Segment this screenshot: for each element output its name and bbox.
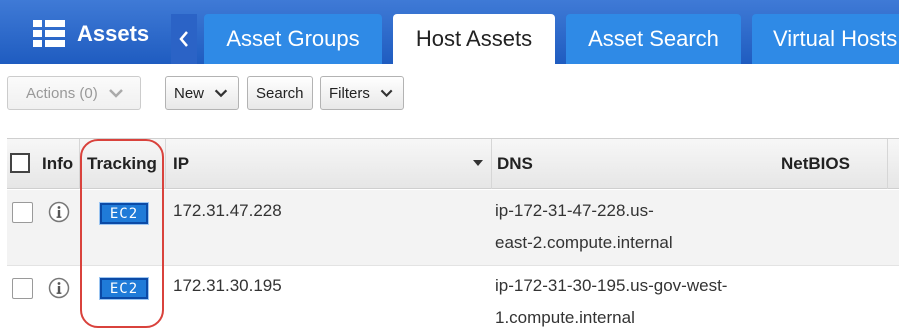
filters-dropdown[interactable]: Filters <box>320 76 404 110</box>
ip-cell: 172.31.30.195 <box>173 276 282 295</box>
tab-host-assets[interactable]: Host Assets <box>393 14 555 64</box>
info-icon[interactable] <box>48 201 70 223</box>
collapse-tabs-button[interactable] <box>171 14 197 64</box>
tab-label: Host Assets <box>415 26 533 51</box>
module-title-label: Assets <box>77 21 150 46</box>
tab-virtual-hosts[interactable]: Virtual Hosts <box>752 14 899 64</box>
actions-dropdown[interactable]: Actions (0) <box>7 76 141 110</box>
list-grid-icon <box>33 20 65 47</box>
column-divider <box>165 139 166 189</box>
table-row[interactable]: EC2 172.31.47.228 ip-172-31-47-228.us- e… <box>7 190 899 265</box>
module-title[interactable]: Assets <box>33 19 149 49</box>
module-header: Assets Asset Groups Host Assets Asset Se… <box>0 0 899 64</box>
column-label: Tracking <box>87 154 157 173</box>
sort-desc-icon <box>473 160 483 166</box>
column-header-tracking[interactable]: Tracking <box>87 139 157 189</box>
new-label: New <box>174 84 205 102</box>
ec2-tracking-badge: EC2 <box>99 277 149 300</box>
column-divider <box>79 139 80 189</box>
column-header-ip[interactable]: IP <box>173 139 491 189</box>
table-row[interactable]: EC2 172.31.30.195 ip-172-31-30-195.us-go… <box>7 266 899 335</box>
tab-asset-search[interactable]: Asset Search <box>566 14 741 64</box>
column-label: DNS <box>497 154 533 173</box>
tracking-label: EC2 <box>109 280 139 297</box>
row-checkbox[interactable] <box>12 202 33 223</box>
dns-cell-line2: 1.compute.internal <box>495 308 635 327</box>
column-header-dns[interactable]: DNS <box>497 139 533 189</box>
search-button[interactable]: Search <box>247 76 313 110</box>
chevron-down-icon <box>214 89 228 98</box>
search-label: Search <box>256 84 304 102</box>
row-checkbox[interactable] <box>12 278 33 299</box>
ip-cell: 172.31.47.228 <box>173 201 282 220</box>
tracking-label: EC2 <box>109 205 139 222</box>
ec2-tracking-badge: EC2 <box>99 202 149 225</box>
column-label: Info <box>42 154 74 173</box>
select-all-checkbox[interactable] <box>10 153 30 173</box>
chevron-down-icon <box>108 89 123 98</box>
dns-cell-line1: ip-172-31-47-228.us- <box>495 201 654 220</box>
column-header-netbios[interactable]: NetBIOS <box>781 139 850 189</box>
dns-cell-line2: east-2.compute.internal <box>495 233 673 252</box>
tab-asset-groups[interactable]: Asset Groups <box>204 14 382 64</box>
column-label: IP <box>173 154 190 173</box>
info-icon[interactable] <box>48 277 70 299</box>
chevron-down-icon <box>380 89 393 98</box>
column-label: NetBIOS <box>781 154 850 173</box>
table-header: Info Tracking IP DNS NetBIOS <box>7 139 899 189</box>
dns-cell-line1: ip-172-31-30-195.us-gov-west- <box>495 276 728 295</box>
actions-label: Actions (0) <box>26 84 98 102</box>
new-dropdown[interactable]: New <box>165 76 239 110</box>
chevron-left-icon <box>179 31 188 47</box>
filters-label: Filters <box>329 84 370 102</box>
column-divider <box>887 139 888 189</box>
tab-label: Virtual Hosts <box>773 26 898 51</box>
column-header-info[interactable]: Info <box>42 139 73 189</box>
tab-label: Asset Search <box>588 26 719 51</box>
column-divider <box>491 139 492 189</box>
tab-label: Asset Groups <box>226 26 360 51</box>
